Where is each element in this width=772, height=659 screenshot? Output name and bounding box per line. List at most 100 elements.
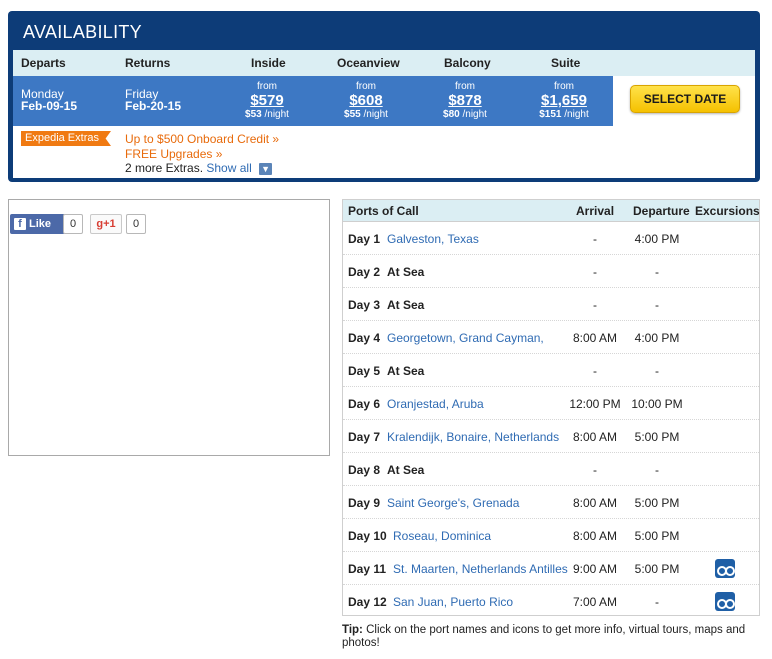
day-label: Day 7 — [348, 430, 381, 444]
day-label: Day 1 — [348, 232, 381, 246]
returns-date: Feb-20-15 — [125, 99, 182, 113]
price-per-night: $55 /night — [344, 109, 388, 120]
returns-cell: Friday Feb-20-15 — [125, 88, 181, 112]
ports-header-row: Ports of Call Arrival Departure Excursio… — [343, 200, 760, 222]
table-row: Day 2 At Sea - - — [343, 255, 759, 288]
day-label: Day 9 — [348, 496, 381, 510]
price-amount[interactable]: $1,659 — [519, 92, 609, 109]
departure-time: - — [655, 298, 659, 312]
port-link[interactable]: San Juan, Puerto Rico — [393, 595, 513, 609]
chevron-down-icon[interactable]: ▼ — [259, 162, 273, 175]
google-plus-button[interactable]: g+1 — [90, 214, 122, 234]
availability-content: Departs Returns Inside Oceanview Balcony… — [13, 50, 755, 178]
like-count: 0 — [63, 214, 84, 234]
tip-text: Tip: Click on the port names and icons t… — [342, 624, 762, 650]
tip-body: Click on the port names and icons to get… — [342, 624, 746, 649]
returns-header: Returns — [125, 56, 171, 70]
availability-date-row: Monday Feb-09-15 Friday Feb-20-15 from $… — [13, 76, 613, 126]
table-row: Day 1 Galveston, Texas - 4:00 PM — [343, 222, 759, 255]
departure-time: 4:00 PM — [634, 331, 680, 345]
gplus-count: 0 — [126, 214, 147, 234]
ports-header: Ports of Call — [348, 204, 419, 218]
table-row: Day 3 At Sea - - — [343, 288, 759, 321]
day-label: Day 12 — [348, 595, 387, 609]
departure-time: - — [655, 463, 659, 477]
at-sea-label: At Sea — [387, 463, 425, 477]
departure-time: 5:00 PM — [634, 562, 680, 576]
price-per-night: $80 /night — [443, 109, 487, 120]
price-per-night: $151 /night — [539, 109, 589, 120]
table-row: Day 8 At Sea - - — [343, 453, 759, 486]
excursions-header: Excursions — [695, 204, 760, 218]
arrival-time: 8:00 AM — [572, 430, 618, 444]
day-label: Day 11 — [348, 562, 387, 576]
day-label: Day 5 — [348, 364, 381, 378]
price-balcony[interactable]: from $878 $80 /night — [420, 82, 510, 121]
more-extras-line: 2 more Extras. Show all ▼ — [125, 161, 273, 175]
onboard-credit-link[interactable]: Up to $500 Onboard Credit » — [125, 132, 279, 146]
departs-header: Departs — [21, 56, 66, 70]
day-label: Day 8 — [348, 463, 381, 477]
price-inside[interactable]: from $579 $53 /night — [222, 81, 312, 121]
select-date-button[interactable]: SELECT DATE — [630, 85, 740, 113]
availability-panel: AVAILABILITY Departs Returns Inside Ocea… — [8, 11, 760, 182]
arrival-time: - — [593, 463, 597, 477]
table-row: Day 11 St. Maarten, Netherlands Antilles 9… — [343, 552, 759, 585]
day-label: Day 6 — [348, 397, 381, 411]
port-link[interactable]: Georgetown, Grand Cayman, — [387, 331, 544, 345]
departure-time: 5:00 PM — [634, 529, 680, 543]
price-amount[interactable]: $878 — [420, 92, 510, 109]
departs-date: Feb-09-15 — [21, 99, 78, 113]
table-row: Day 7 Kralendijk, Bonaire, Netherlands 8:0… — [343, 420, 759, 453]
expedia-extras-tag: Expedia Extras — [21, 131, 111, 146]
binoculars-icon[interactable] — [715, 559, 735, 578]
free-upgrades-link[interactable]: FREE Upgrades » — [125, 147, 222, 161]
at-sea-label: At Sea — [387, 364, 425, 378]
departure-time: 5:00 PM — [634, 496, 680, 510]
binoculars-icon[interactable] — [715, 592, 735, 611]
at-sea-label: At Sea — [387, 298, 425, 312]
port-link[interactable]: Roseau, Dominica — [393, 529, 491, 543]
port-link[interactable]: Kralendijk, Bonaire, Netherlands — [387, 430, 559, 444]
day-label: Day 4 — [348, 331, 381, 345]
more-extras-text: 2 more Extras. — [125, 161, 204, 175]
table-row: Day 9 Saint George's, Grenada 8:00 AM 5:00 … — [343, 486, 759, 519]
at-sea-label: At Sea — [387, 265, 425, 279]
social-panel: f Like 0 g+1 0 — [8, 199, 330, 456]
departure-time: 5:00 PM — [634, 430, 680, 444]
price-amount[interactable]: $579 — [222, 92, 312, 109]
ports-body: Day 1 Galveston, Texas - 4:00 PM Day 2 At Sea… — [343, 222, 759, 618]
price-amount[interactable]: $608 — [321, 92, 411, 109]
like-label: Like — [29, 218, 52, 230]
arrival-time: 12:00 PM — [569, 397, 621, 411]
price-from-label: from — [554, 81, 574, 92]
facebook-like-button[interactable]: f Like — [10, 214, 65, 234]
arrival-time: 8:00 AM — [572, 529, 618, 543]
gplus-label: +1 — [103, 218, 116, 230]
show-all-link[interactable]: Show all — [206, 161, 251, 175]
day-label: Day 3 — [348, 298, 381, 312]
availability-header-row: Departs Returns Inside Oceanview Balcony… — [13, 50, 755, 76]
port-link[interactable]: St. Maarten, Netherlands Antilles — [393, 562, 568, 576]
table-row: Day 5 At Sea - - — [343, 354, 759, 387]
departure-time: - — [655, 364, 659, 378]
price-from-label: from — [257, 81, 277, 92]
arrival-time: - — [593, 232, 597, 246]
facebook-icon: f — [14, 218, 26, 230]
port-link[interactable]: Saint George's, Grenada — [387, 496, 519, 510]
day-label: Day 10 — [348, 529, 387, 543]
suite-header: Suite — [551, 56, 581, 70]
table-row: Day 4 Georgetown, Grand Cayman, 8:00 AM 4:0… — [343, 321, 759, 354]
arrival-time: - — [593, 298, 597, 312]
tip-label: Tip: — [342, 624, 363, 636]
departure-time: 4:00 PM — [634, 232, 680, 246]
port-link[interactable]: Oranjestad, Aruba — [387, 397, 484, 411]
price-per-night: $53 /night — [245, 109, 289, 120]
port-link[interactable]: Galveston, Texas — [387, 232, 479, 246]
oceanview-header: Oceanview — [337, 56, 400, 70]
inside-header: Inside — [251, 56, 286, 70]
day-label: Day 2 — [348, 265, 381, 279]
price-suite[interactable]: from $1,659 $151 /night — [519, 81, 609, 121]
price-oceanview[interactable]: from $608 $55 /night — [321, 82, 411, 121]
arrival-time: - — [593, 364, 597, 378]
